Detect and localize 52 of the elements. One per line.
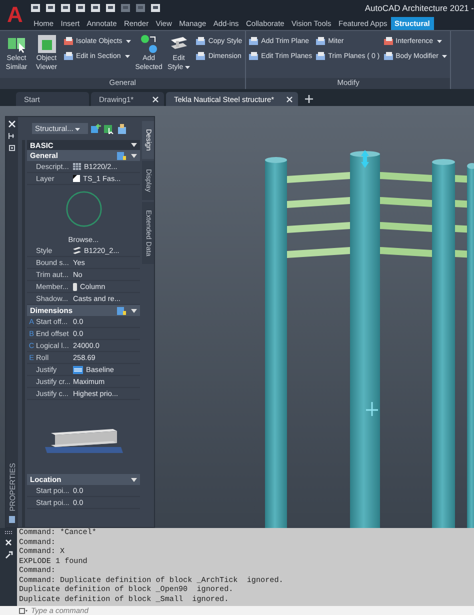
toolbar-icon[interactable]: [30, 3, 41, 13]
close-icon[interactable]: [286, 96, 294, 102]
tool-icon: [384, 37, 394, 46]
caret-icon[interactable]: [185, 66, 190, 69]
tool-icon: [316, 37, 326, 46]
caret-icon[interactable]: [442, 55, 448, 58]
tool-icon: [249, 52, 260, 61]
tool-icon: [196, 52, 206, 61]
caret-icon[interactable]: [126, 40, 132, 43]
tool-icon: [64, 52, 74, 61]
beam-icon: [73, 247, 81, 254]
grip-icon[interactable]: [361, 150, 369, 168]
window-title: AutoCAD Architecture 2021 -: [364, 3, 474, 13]
pin-icon[interactable]: [8, 132, 16, 140]
quick-select-icon[interactable]: [91, 124, 101, 134]
grip-handle-icon[interactable]: [4, 531, 12, 534]
toolbar-icon[interactable]: [90, 3, 101, 13]
document-icon: [8, 515, 16, 524]
toolbar-icon[interactable]: [150, 3, 161, 13]
caret-icon[interactable]: [131, 478, 137, 482]
select-objects-icon[interactable]: [104, 124, 114, 134]
caret-icon[interactable]: [131, 154, 137, 158]
close-icon[interactable]: [152, 96, 159, 102]
tool-icon: [64, 37, 74, 46]
toolbar-icon[interactable]: [105, 3, 116, 13]
justify-icon: [73, 366, 83, 374]
circles-icon: [138, 34, 159, 54]
close-icon[interactable]: [8, 120, 16, 128]
tool-icon: [384, 52, 394, 61]
tool-icon: [249, 37, 260, 46]
caret-icon[interactable]: [124, 55, 130, 58]
toolbar-icon[interactable]: [75, 3, 86, 13]
caret-icon[interactable]: [131, 308, 137, 312]
cube-icon: [36, 34, 56, 54]
profile-preview-icon: [64, 190, 102, 228]
toolbar-icon[interactable]: [45, 3, 56, 13]
table-icon: [73, 163, 81, 170]
new-tab-icon[interactable]: [305, 95, 314, 103]
caret-icon[interactable]: [436, 40, 442, 43]
quick-select-icon[interactable]: [117, 306, 126, 314]
tool-icon: [196, 37, 206, 46]
caret-icon[interactable]: [131, 143, 137, 147]
tool-icon: [316, 52, 326, 61]
wrench-icon[interactable]: [4, 551, 12, 559]
layer-swatch-icon: [73, 175, 80, 182]
quick-select-icon[interactable]: [117, 152, 126, 160]
column-icon: [73, 282, 77, 290]
caret-icon[interactable]: [75, 128, 80, 131]
command-icon[interactable]: [19, 608, 28, 614]
settings-icon[interactable]: [8, 144, 16, 152]
close-icon[interactable]: [5, 539, 12, 546]
toolbar-icon[interactable]: [60, 3, 71, 13]
